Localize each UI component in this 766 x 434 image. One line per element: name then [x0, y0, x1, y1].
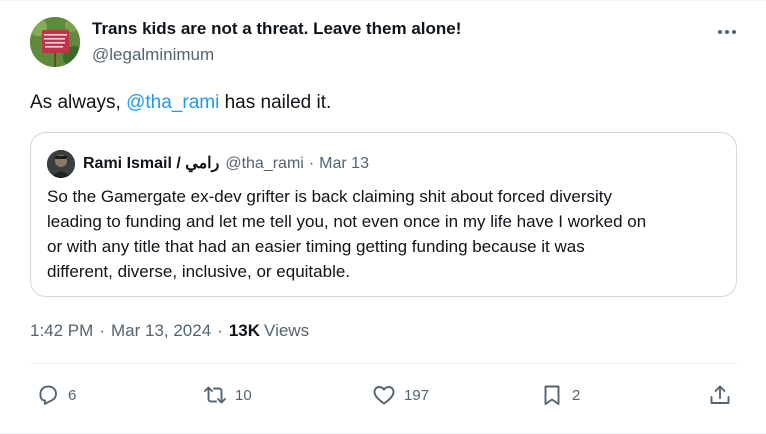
quote-avatar[interactable]: [47, 150, 75, 178]
bookmark-count: 2: [572, 386, 581, 404]
repost-count: 10: [235, 386, 252, 404]
views-label: Views: [264, 321, 310, 340]
share-button[interactable]: [708, 382, 732, 408]
bookmark-icon: [544, 385, 560, 405]
tweet-text-prefix: As always,: [30, 92, 127, 113]
repost-icon: [204, 386, 226, 404]
separator-dot: ·: [217, 321, 223, 340]
quote-text-line: leading to funding and let me tell you, …: [47, 212, 647, 231]
tweet-text: As always, @tha_rami has nailed it.: [30, 90, 331, 116]
quote-text-line: different, diverse, inclusive, or equita…: [47, 262, 351, 281]
quoted-tweet[interactable]: Rami Ismail / رامي @tha_rami · Mar 13 So…: [30, 132, 737, 297]
repost-button[interactable]: 10: [203, 382, 252, 408]
reply-button[interactable]: 6: [36, 382, 76, 408]
reply-count: 6: [68, 386, 77, 404]
tweet-date[interactable]: Mar 13, 2024: [111, 321, 211, 341]
separator-dot: ·: [99, 321, 105, 340]
mention-link[interactable]: @tha_rami: [126, 92, 219, 113]
timestamp-row: 1:42 PM · Mar 13, 2024 · 13K Views: [30, 321, 309, 341]
share-icon: [710, 385, 730, 404]
quote-author-handle[interactable]: @tha_rami: [225, 155, 304, 173]
top-divider: [0, 0, 766, 1]
quote-header: Rami Ismail / رامي @tha_rami · Mar 13: [83, 153, 369, 173]
quote-avatar-image: [47, 150, 75, 178]
quote-text-line: or with any title that had an easier tim…: [47, 237, 585, 256]
tweet-text-suffix: has nailed it.: [219, 92, 332, 113]
like-button[interactable]: 197: [372, 382, 429, 408]
reply-icon: [39, 385, 57, 405]
quote-date[interactable]: Mar 13: [319, 155, 369, 173]
quote-author-name[interactable]: Rami Ismail / رامي: [83, 153, 219, 173]
quote-text-line: So the Gamergate ex-dev grifter is back …: [47, 187, 613, 206]
quote-text: So the Gamergate ex-dev grifter is back …: [47, 184, 727, 284]
more-options-button[interactable]: [714, 22, 740, 42]
heart-icon: [373, 386, 395, 405]
more-icon: [718, 30, 736, 34]
separator-dot: ·: [308, 155, 315, 172]
bookmark-button[interactable]: 2: [540, 382, 580, 408]
avatar[interactable]: [30, 17, 80, 67]
tweet-time[interactable]: 1:42 PM: [30, 321, 93, 341]
like-count: 197: [404, 386, 430, 404]
author-name[interactable]: Trans kids are not a threat. Leave them …: [92, 19, 461, 39]
avatar-image: [30, 17, 80, 67]
author-handle[interactable]: @legalminimum: [92, 45, 214, 65]
action-divider: [30, 363, 737, 364]
views-count: 13K: [228, 321, 261, 340]
